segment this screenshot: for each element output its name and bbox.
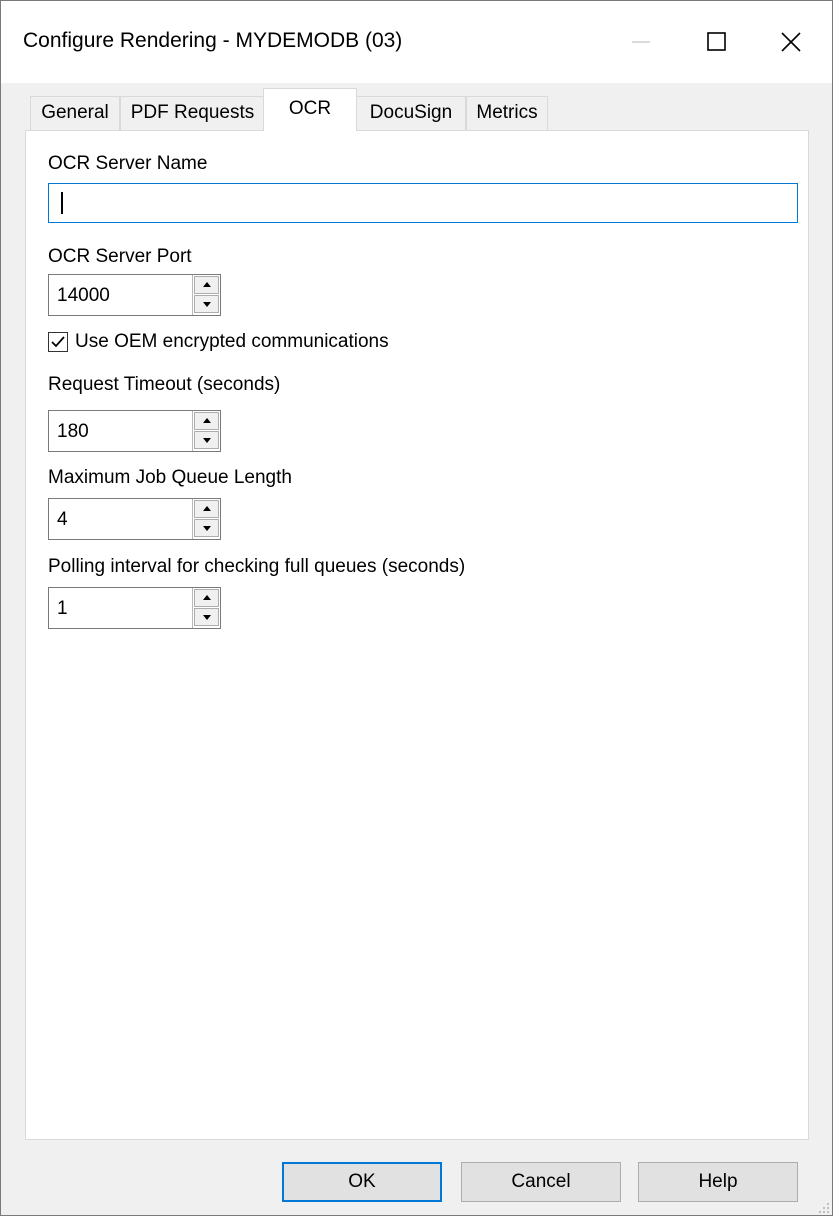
port-decrement-button[interactable] bbox=[194, 295, 219, 313]
configure-rendering-dialog: Configure Rendering - MYDEMODB (03) Gene… bbox=[0, 0, 833, 1216]
polling-interval-stepper[interactable]: 1 bbox=[48, 587, 221, 629]
max-job-queue-label: Maximum Job Queue Length bbox=[48, 467, 292, 488]
checkmark-icon bbox=[51, 336, 65, 348]
polling-interval-label: Polling interval for checking full queue… bbox=[48, 556, 466, 577]
queue-increment-button[interactable] bbox=[194, 500, 219, 518]
request-timeout-stepper[interactable]: 180 bbox=[48, 410, 221, 452]
tab-general[interactable]: General bbox=[30, 96, 120, 130]
tab-pdf-requests[interactable]: PDF Requests bbox=[120, 96, 265, 130]
port-increment-button[interactable] bbox=[194, 276, 219, 294]
close-button[interactable] bbox=[746, 1, 832, 83]
queue-spin-arrows bbox=[192, 499, 220, 539]
oem-encryption-checkbox[interactable] bbox=[48, 332, 68, 352]
resize-grip-icon[interactable] bbox=[818, 1201, 830, 1213]
text-caret bbox=[61, 192, 63, 214]
window-title: Configure Rendering - MYDEMODB (03) bbox=[23, 29, 403, 52]
ocr-server-name-input[interactable] bbox=[48, 183, 798, 223]
timeout-increment-button[interactable] bbox=[194, 412, 219, 430]
ocr-server-port-value: 14000 bbox=[57, 285, 110, 306]
ok-button[interactable]: OK bbox=[282, 1162, 442, 1202]
timeout-decrement-button[interactable] bbox=[194, 431, 219, 449]
port-spin-arrows bbox=[192, 275, 220, 315]
tab-ocr[interactable]: OCR bbox=[263, 88, 357, 131]
polling-increment-button[interactable] bbox=[194, 589, 219, 607]
ocr-server-port-label: OCR Server Port bbox=[48, 246, 192, 267]
polling-interval-value: 1 bbox=[57, 598, 68, 619]
oem-encryption-label: Use OEM encrypted communications bbox=[75, 331, 389, 352]
cancel-button[interactable]: Cancel bbox=[461, 1162, 621, 1202]
queue-decrement-button[interactable] bbox=[194, 519, 219, 537]
ocr-server-name-label: OCR Server Name bbox=[48, 153, 208, 174]
max-job-queue-stepper[interactable]: 4 bbox=[48, 498, 221, 540]
tab-metrics[interactable]: Metrics bbox=[466, 96, 548, 130]
request-timeout-label: Request Timeout (seconds) bbox=[48, 374, 281, 395]
help-button[interactable]: Help bbox=[638, 1162, 798, 1202]
title-bar[interactable]: Configure Rendering - MYDEMODB (03) bbox=[1, 1, 832, 83]
max-job-queue-value: 4 bbox=[57, 509, 68, 530]
timeout-spin-arrows bbox=[192, 411, 220, 451]
ocr-server-port-stepper[interactable]: 14000 bbox=[48, 274, 221, 316]
polling-spin-arrows bbox=[192, 588, 220, 628]
close-icon bbox=[781, 32, 801, 52]
polling-decrement-button[interactable] bbox=[194, 608, 219, 626]
request-timeout-value: 180 bbox=[57, 421, 89, 442]
tab-docusign[interactable]: DocuSign bbox=[356, 96, 466, 130]
